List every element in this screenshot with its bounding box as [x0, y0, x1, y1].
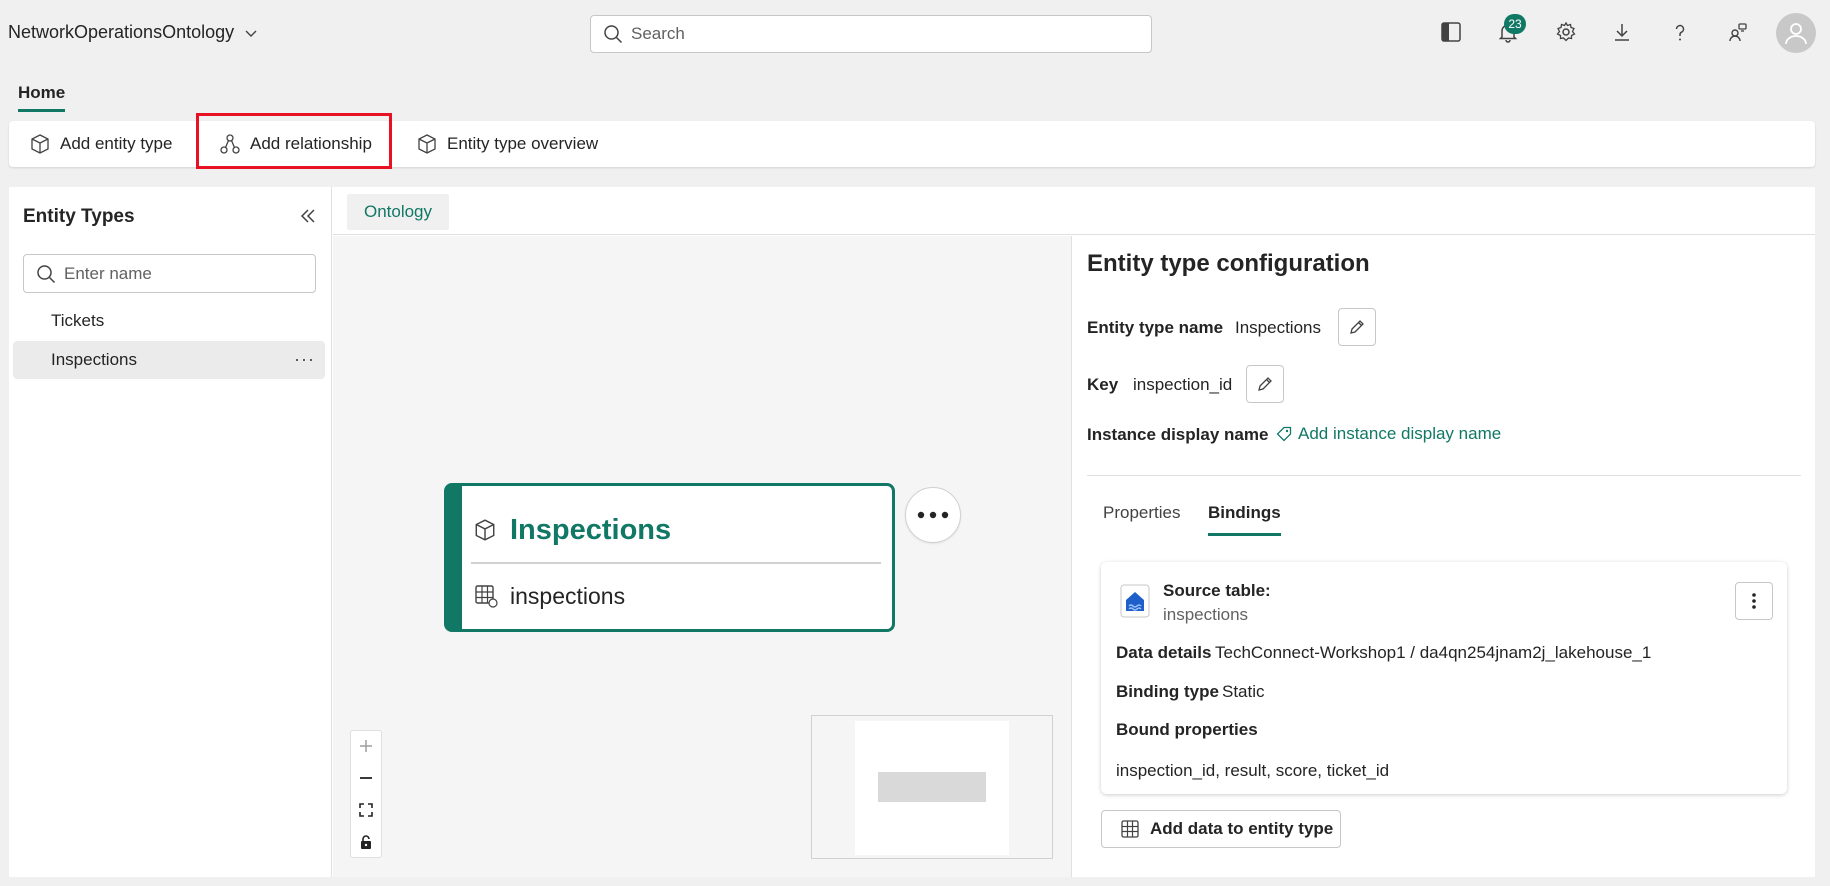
list-item-label: Tickets — [51, 311, 105, 330]
add-instance-display-name-link[interactable]: Add instance display name — [1276, 424, 1501, 444]
data-details-value: TechConnect-Workshop1 / da4qn254jnam2j_l… — [1215, 643, 1652, 662]
tab-home[interactable]: Home — [18, 83, 66, 112]
zoom-in-icon[interactable] — [350, 730, 382, 762]
more-vertical-icon — [1752, 593, 1756, 609]
binding-type-label: Binding type — [1116, 682, 1219, 701]
add-entity-type-label: Add entity type — [60, 134, 173, 153]
tab-properties[interactable]: Properties — [1103, 503, 1180, 533]
entity-node-title: Inspections — [510, 514, 672, 546]
instance-display-name-label: Instance display name — [1087, 425, 1269, 444]
lock-icon[interactable] — [350, 826, 382, 858]
pencil-icon — [1350, 320, 1364, 334]
entity-type-name-value: Inspections — [1235, 318, 1321, 337]
tag-icon — [1276, 426, 1292, 442]
name-filter-box[interactable] — [23, 254, 316, 293]
tab-bindings[interactable]: Bindings — [1208, 503, 1281, 536]
more-horizontal-icon — [917, 511, 949, 519]
entity-list-item-tickets[interactable]: Tickets — [13, 302, 325, 340]
share-people-icon[interactable] — [1722, 16, 1754, 48]
notification-badge: 23 — [1504, 14, 1526, 34]
zoom-out-icon[interactable] — [350, 762, 382, 794]
add-entity-type-button[interactable]: Add entity type — [29, 121, 172, 167]
app-title: NetworkOperationsOntology — [8, 22, 235, 42]
data-details-label: Data details — [1116, 643, 1212, 662]
source-table-value: inspections — [1163, 605, 1249, 624]
tab-ontology[interactable]: Ontology — [347, 194, 449, 230]
add-data-label: Add data to entity type — [1150, 819, 1334, 838]
add-data-to-entity-type-button[interactable]: Add data to entity type — [1101, 810, 1341, 848]
search-box[interactable] — [590, 15, 1152, 53]
highlight-box — [196, 113, 392, 169]
node-more-options-button[interactable] — [905, 487, 961, 543]
minimap-node — [878, 772, 986, 802]
search-input[interactable] — [631, 24, 1111, 44]
fit-view-icon[interactable] — [350, 794, 382, 826]
entity-type-overview-label: Entity type overview — [447, 134, 599, 153]
bound-properties-label: Bound properties — [1116, 720, 1258, 739]
app-title-dropdown[interactable]: NetworkOperationsOntology — [8, 22, 258, 43]
edit-name-button[interactable] — [1338, 308, 1376, 346]
config-title: Entity type configuration — [1087, 250, 1370, 277]
entity-list-item-inspections[interactable]: Inspections ··· — [13, 341, 325, 379]
search-icon — [36, 264, 56, 284]
cube-icon — [29, 133, 51, 155]
table-icon — [1120, 819, 1140, 839]
download-icon[interactable] — [1606, 16, 1638, 48]
gear-icon[interactable] — [1550, 16, 1582, 48]
center-tab-bar — [333, 187, 1815, 235]
key-label: Key — [1087, 375, 1119, 394]
list-item-label: Inspections — [51, 350, 137, 369]
cube-icon — [473, 518, 497, 542]
lakehouse-icon — [1120, 584, 1150, 618]
binding-more-options-button[interactable] — [1735, 582, 1773, 620]
entity-type-name-label: Entity type name — [1087, 318, 1224, 337]
avatar[interactable] — [1776, 13, 1816, 53]
config-divider — [1087, 475, 1801, 476]
entity-types-title: Entity Types — [23, 206, 135, 227]
edit-key-button[interactable] — [1246, 365, 1284, 403]
name-filter-input[interactable] — [64, 263, 304, 284]
help-icon[interactable] — [1664, 16, 1696, 48]
node-divider — [471, 562, 881, 564]
bound-properties-value: inspection_id, result, score, ticket_id — [1116, 761, 1390, 780]
add-instance-display-name-label: Add instance display name — [1298, 424, 1502, 443]
panel-toggle-icon[interactable] — [1435, 16, 1467, 48]
key-value: inspection_id — [1133, 375, 1233, 394]
collapse-panel-icon[interactable] — [296, 204, 320, 228]
entity-node-table: inspections — [510, 583, 626, 609]
source-table-label: Source table: — [1163, 581, 1271, 600]
binding-type-value: Static — [1222, 682, 1265, 701]
search-icon — [603, 24, 623, 44]
chevron-down-icon — [244, 26, 258, 40]
entity-type-overview-button[interactable]: Entity type overview — [416, 121, 598, 167]
table-icon — [474, 584, 498, 608]
cube-icon — [416, 133, 438, 155]
pencil-icon — [1258, 377, 1272, 391]
more-options-icon[interactable]: ··· — [294, 349, 315, 370]
